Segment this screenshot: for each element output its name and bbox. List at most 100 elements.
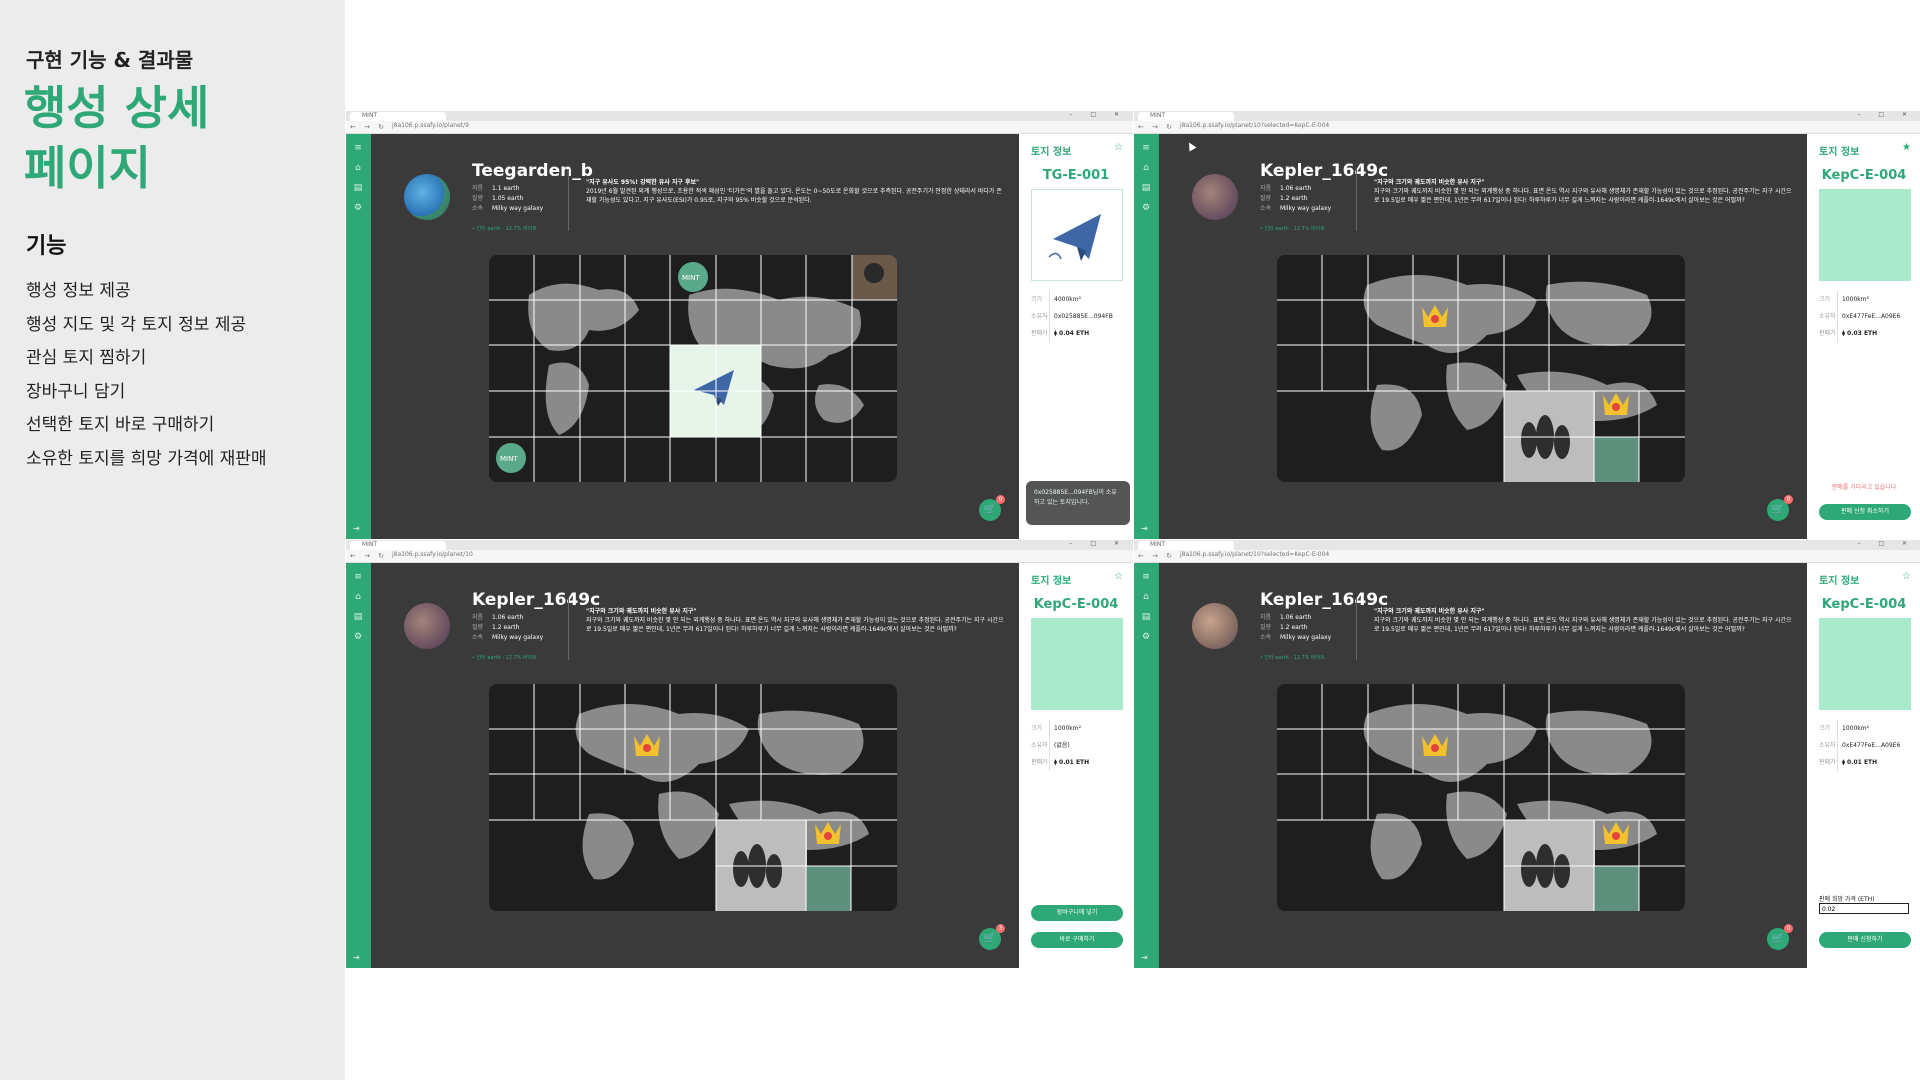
cancel-sale-button[interactable]: 판매 신청 취소하기 — [1819, 504, 1911, 520]
map-grid[interactable]: MINT MINT — [489, 255, 897, 482]
browser-tab[interactable]: MINT — [350, 541, 446, 550]
tab-label: MINT — [362, 112, 378, 119]
land-info-title: 토지 정보 — [1819, 147, 1860, 158]
cart-button[interactable]: 🛒 3 — [979, 924, 1005, 950]
description-title: "지구와 크기와 궤도까지 비슷한 유사 지구" — [1374, 179, 1485, 186]
home-icon[interactable]: ⌂ — [353, 164, 363, 173]
planet-map[interactable] — [1277, 684, 1685, 911]
document-icon[interactable]: ▤ — [353, 184, 363, 193]
features-list: 행성 정보 제공 행성 지도 및 각 토지 정보 제공 관심 토지 찜하기 장바… — [26, 275, 267, 476]
window-controls[interactable]: – □ ✕ — [1857, 111, 1915, 118]
planet-map[interactable] — [1277, 255, 1685, 482]
nav-arrows-icon[interactable]: ← → ↻ — [350, 552, 387, 560]
window-controls[interactable]: – □ ✕ — [1069, 111, 1127, 118]
stat-key: 소속 — [472, 205, 484, 212]
browser-tabbar: MINT – □ ✕ — [1134, 540, 1920, 550]
info-key: 소유자 — [1031, 308, 1050, 325]
home-icon[interactable]: ⌂ — [1141, 593, 1151, 602]
favorite-star-icon[interactable]: ☆ — [1114, 571, 1123, 582]
land-price: ⧫ 0.01 ETH — [1054, 759, 1090, 766]
nav-arrows-icon[interactable]: ← → ↻ — [1138, 552, 1175, 560]
description-title: "지구 유사도 95%! 강력한 유사 지구 후보" — [586, 179, 700, 186]
address-bar[interactable]: ← → ↻ j8a106.p.ssafy.io/planet/10 — [346, 550, 1133, 563]
info-key: 판매가 — [1819, 325, 1838, 342]
description-title: "지구와 크기와 궤도까지 비슷한 유사 지구" — [1374, 608, 1485, 615]
cart-button[interactable]: 🛒 0 — [1767, 495, 1793, 521]
buy-now-button[interactable]: 바로 구매하기 — [1031, 932, 1123, 948]
divider — [568, 169, 569, 231]
planet-map[interactable] — [489, 684, 897, 911]
logout-icon[interactable]: ⇥ — [353, 953, 360, 962]
logout-icon[interactable]: ⇥ — [1141, 524, 1148, 533]
land-info-title: 토지 정보 — [1031, 147, 1072, 158]
browser-tab[interactable]: MINT — [350, 112, 446, 121]
settings-icon[interactable]: ⚙ — [353, 204, 363, 213]
settings-icon[interactable]: ⚙ — [353, 633, 363, 642]
feature-item: 소유한 토지를 희망 가격에 재판매 — [26, 448, 267, 469]
planet-main: Kepler_1649c 지름 1.06 earth 질량 1.2 earth 소속… — [1159, 134, 1807, 539]
screenshot-panel-teegarden: MINT – □ ✕ ← → ↻ j8a106.p.ssafy.io/plane… — [346, 111, 1133, 539]
planet-note: • 인터 earth : 12.7% 바이트 — [472, 226, 537, 232]
home-icon[interactable]: ⌂ — [353, 593, 363, 602]
logout-icon[interactable]: ⇥ — [1141, 953, 1148, 962]
land-info-list: 크기 1000km² 소유자 0xE477FeE...A09E6 판매가 ⧫ 0.03… — [1819, 291, 1900, 342]
url-text[interactable]: j8a106.p.ssafy.io/planet/10?selected=Kep… — [1180, 122, 1329, 129]
address-bar[interactable]: ← → ↻ j8a106.p.ssafy.io/planet/9 — [346, 121, 1133, 134]
cart-icon: 🛒 — [1771, 933, 1785, 944]
app-sidebar: ≡ ⌂ ▤ ⚙ ⇥ — [1134, 563, 1159, 968]
browser-tab[interactable]: MINT — [1138, 112, 1234, 121]
request-sale-button[interactable]: 판매 신청하기 — [1819, 932, 1911, 948]
cart-button[interactable]: 🛒 0 — [1767, 924, 1793, 950]
divider — [1356, 598, 1357, 660]
settings-icon[interactable]: ⚙ — [1141, 633, 1151, 642]
nav-arrows-icon[interactable]: ← → ↻ — [1138, 123, 1175, 131]
favorite-star-icon[interactable]: ☆ — [1114, 142, 1123, 153]
document-icon[interactable]: ▤ — [353, 613, 363, 622]
land-owner: 0xE477FeE...A09E6 — [1842, 742, 1901, 749]
resale-price-input[interactable]: 0.02 — [1819, 903, 1909, 914]
add-to-cart-button[interactable]: 장바구니에 넣기 — [1031, 905, 1123, 921]
map-grid[interactable] — [1277, 255, 1685, 482]
svg-text:MINT: MINT — [500, 455, 518, 463]
menu-icon[interactable]: ≡ — [353, 144, 363, 153]
app-sidebar: ≡ ⌂ ▤ ⚙ ⇥ — [346, 563, 371, 968]
menu-icon[interactable]: ≡ — [353, 573, 363, 582]
settings-icon[interactable]: ⚙ — [1141, 204, 1151, 213]
menu-icon[interactable]: ≡ — [1141, 144, 1151, 153]
planet-map[interactable]: MINT MINT — [489, 255, 897, 482]
stat-galaxy: Milky way galaxy — [1280, 634, 1332, 641]
svg-text:MINT: MINT — [682, 274, 700, 282]
land-info-title: 토지 정보 — [1031, 576, 1072, 587]
slide-title: 행성 상세 페이지 — [24, 78, 209, 198]
url-text[interactable]: j8a106.p.ssafy.io/planet/9 — [392, 122, 469, 129]
planet-note: • 인터 earth : 12.7% 바이트 — [1260, 655, 1325, 661]
info-key: 판매가 — [1031, 325, 1050, 342]
map-grid[interactable] — [1277, 684, 1685, 911]
url-text[interactable]: j8a106.p.ssafy.io/planet/10 — [392, 551, 473, 558]
address-bar[interactable]: ← → ↻ j8a106.p.ssafy.io/planet/10?select… — [1134, 121, 1920, 134]
planet-stats: 지름 1.06 earth 질량 1.2 earth 소속 Milky way gal… — [1260, 613, 1331, 643]
document-icon[interactable]: ▤ — [1141, 613, 1151, 622]
land-id: KepC-E-004 — [1033, 597, 1119, 612]
map-grid[interactable] — [489, 684, 897, 911]
mouse-cursor-icon — [1185, 140, 1197, 152]
screenshot-panel-kepler-buy: MINT – □ ✕ ← → ↻ j8a106.p.ssafy.io/plane… — [346, 540, 1133, 968]
nav-arrows-icon[interactable]: ← → ↻ — [350, 123, 387, 131]
url-text[interactable]: j8a106.p.ssafy.io/planet/10?selected=Kep… — [1180, 551, 1329, 558]
logout-icon[interactable]: ⇥ — [353, 524, 360, 533]
stat-galaxy: Milky way galaxy — [492, 634, 544, 641]
document-icon[interactable]: ▤ — [1141, 184, 1151, 193]
menu-icon[interactable]: ≡ — [1141, 573, 1151, 582]
browser-tab[interactable]: MINT — [1138, 541, 1234, 550]
cart-button[interactable]: 🛒 0 — [979, 495, 1005, 521]
favorite-star-icon[interactable]: ☆ — [1902, 571, 1911, 582]
window-controls[interactable]: – □ ✕ — [1069, 540, 1127, 547]
home-icon[interactable]: ⌂ — [1141, 164, 1151, 173]
favorite-star-filled-icon[interactable]: ★ — [1902, 142, 1911, 153]
stat-key: 질량 — [472, 195, 484, 202]
window-controls[interactable]: – □ ✕ — [1857, 540, 1915, 547]
cart-icon: 🛒 — [1771, 504, 1785, 515]
tab-label: MINT — [1150, 112, 1166, 119]
stat-key: 질량 — [472, 624, 484, 631]
address-bar[interactable]: ← → ↻ j8a106.p.ssafy.io/planet/10?select… — [1134, 550, 1920, 563]
